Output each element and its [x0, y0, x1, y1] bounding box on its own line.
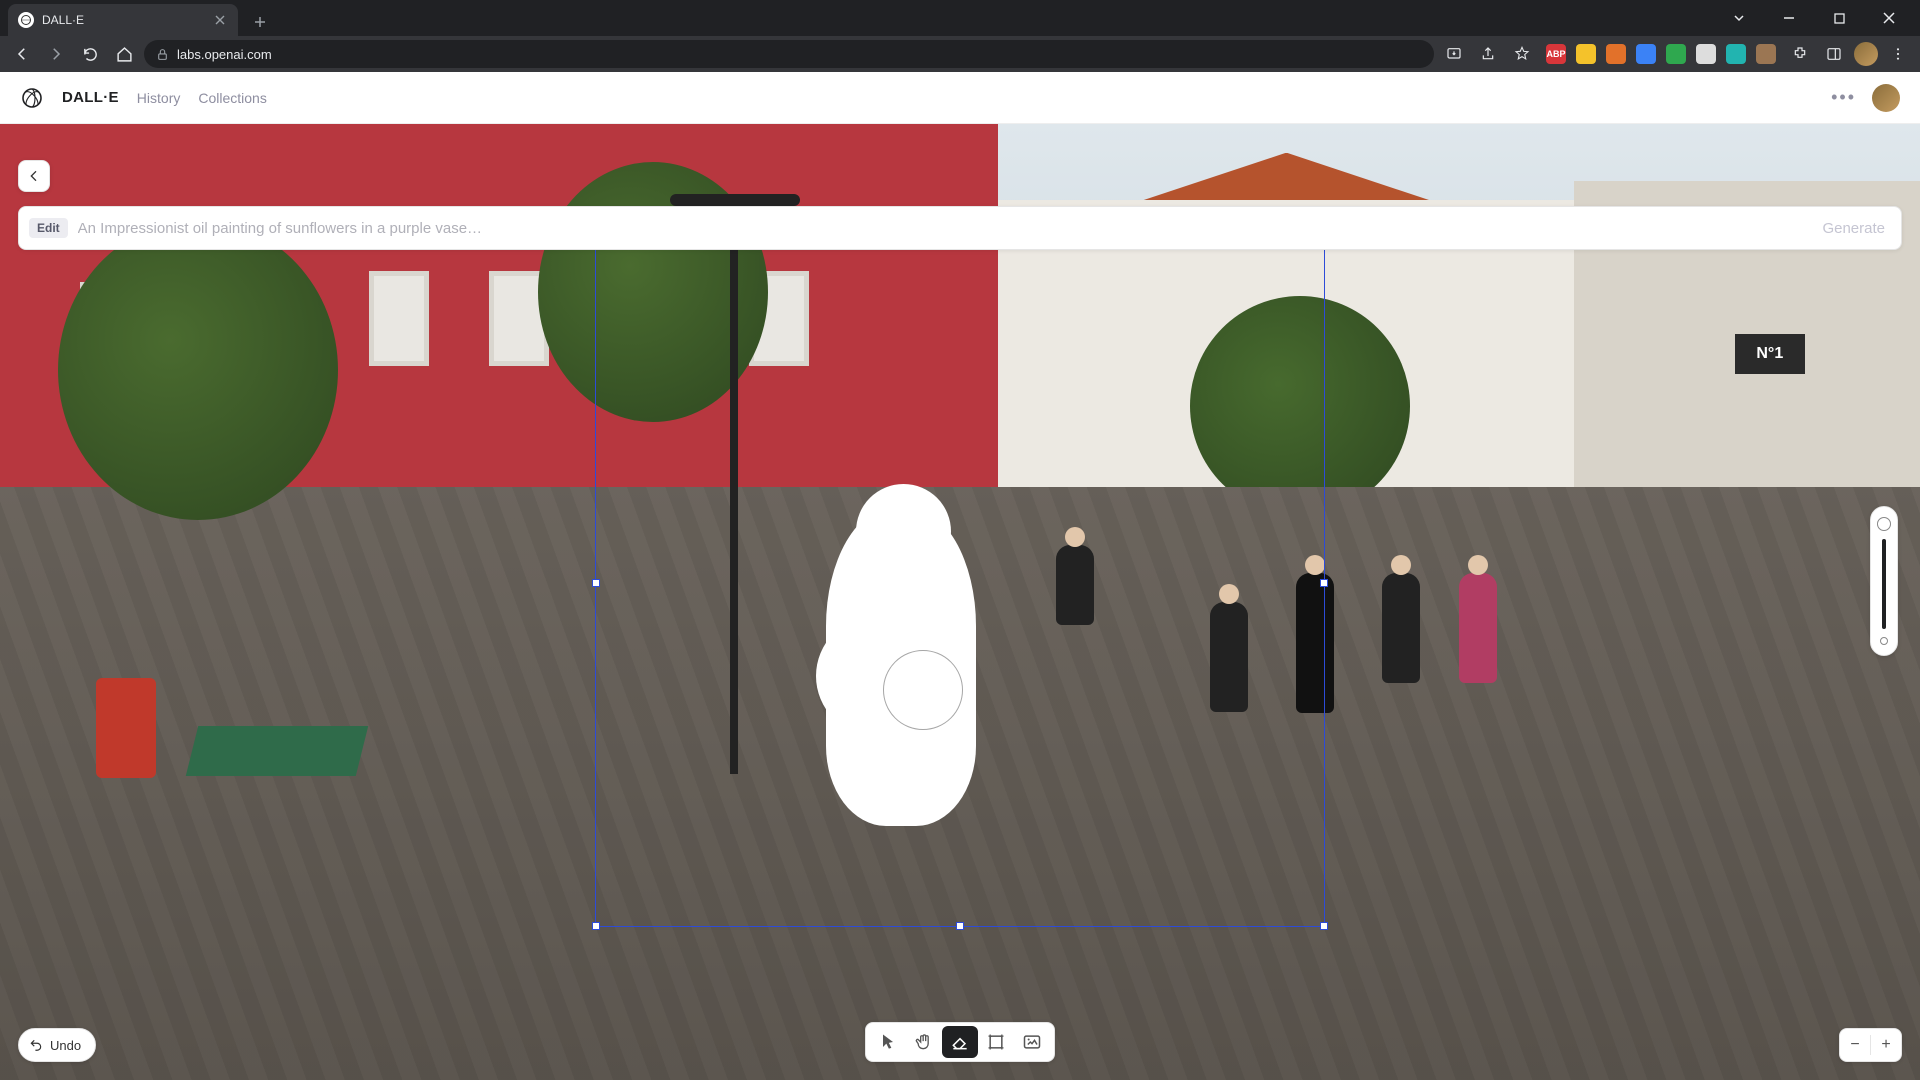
extension-ext-blue-icon[interactable] — [1636, 44, 1656, 64]
slider-track[interactable] — [1882, 539, 1886, 629]
editor-back-button[interactable] — [18, 160, 50, 192]
tab-title: DALL·E — [42, 13, 84, 27]
tool-upload[interactable] — [1014, 1026, 1050, 1058]
tool-eraser[interactable] — [942, 1026, 978, 1058]
frame-handle[interactable] — [592, 922, 600, 930]
extension-ext-brown-icon[interactable] — [1756, 44, 1776, 64]
zoom-control: − + — [1839, 1028, 1902, 1062]
minimize-icon[interactable] — [1772, 4, 1806, 32]
undo-button[interactable]: Undo — [18, 1028, 96, 1062]
extension-ext-green-icon[interactable] — [1666, 44, 1686, 64]
storefront-sign: N°1 — [1735, 334, 1805, 374]
editor-canvas[interactable]: N°1 Edit Generate Undo — [0, 124, 1920, 1080]
browser-profile-avatar[interactable] — [1854, 42, 1878, 66]
extension-abp-icon[interactable]: ABP — [1546, 44, 1566, 64]
generate-button[interactable]: Generate — [1816, 220, 1891, 237]
upload-image-icon — [1022, 1032, 1042, 1052]
cursor-icon — [878, 1032, 898, 1052]
url-text: labs.openai.com — [177, 47, 272, 62]
extension-ext-orange-icon[interactable] — [1606, 44, 1626, 64]
tool-frame[interactable] — [978, 1026, 1014, 1058]
home-icon[interactable] — [110, 40, 138, 68]
zoom-in-button[interactable]: + — [1871, 1028, 1901, 1062]
editor-toolbar — [865, 1022, 1055, 1062]
brand-title[interactable]: DALL·E — [62, 89, 119, 106]
more-menu-icon[interactable]: ••• — [1831, 87, 1856, 108]
frame-handle[interactable] — [1320, 579, 1328, 587]
tab-close-icon[interactable] — [212, 12, 228, 28]
close-icon[interactable] — [1872, 4, 1906, 32]
brush-large-icon — [1877, 517, 1891, 531]
maximize-icon[interactable] — [1822, 4, 1856, 32]
browser-chrome: DALL·E labs.openai.com ABP — [0, 0, 1920, 72]
prompt-bar: Edit Generate — [18, 206, 1902, 250]
brush-size-slider[interactable] — [1870, 506, 1898, 656]
user-avatar[interactable] — [1872, 84, 1900, 112]
extension-ext-teal-icon[interactable] — [1726, 44, 1746, 64]
openai-logo-icon — [20, 86, 44, 110]
tab-strip: DALL·E — [0, 0, 1920, 36]
eraser-icon — [950, 1032, 970, 1052]
chevron-down-icon[interactable] — [1722, 4, 1756, 32]
side-panel-icon[interactable] — [1820, 40, 1848, 68]
prompt-input[interactable] — [78, 220, 1807, 237]
extension-ext-white-icon[interactable] — [1696, 44, 1716, 64]
eraser-cursor-icon — [883, 650, 963, 730]
nav-back-icon[interactable] — [8, 40, 36, 68]
lock-icon — [156, 48, 169, 61]
undo-icon — [29, 1038, 43, 1052]
extension-icons: ABP — [1542, 44, 1780, 64]
url-input[interactable]: labs.openai.com — [144, 40, 1434, 68]
app-header: DALL·E History Collections ••• — [0, 72, 1920, 124]
address-bar: labs.openai.com ABP — [0, 36, 1920, 72]
browser-menu-icon[interactable] — [1884, 40, 1912, 68]
extensions-puzzle-icon[interactable] — [1786, 40, 1814, 68]
brush-small-icon — [1880, 637, 1888, 645]
mode-badge: Edit — [29, 218, 68, 238]
frame-handle[interactable] — [956, 922, 964, 930]
undo-label: Undo — [50, 1038, 81, 1053]
window-controls — [1722, 0, 1920, 36]
reload-icon[interactable] — [76, 40, 104, 68]
tool-cursor[interactable] — [870, 1026, 906, 1058]
install-app-icon[interactable] — [1440, 40, 1468, 68]
frame-handle[interactable] — [1320, 922, 1328, 930]
browser-tab[interactable]: DALL·E — [8, 4, 238, 36]
frame-icon — [986, 1032, 1006, 1052]
bookmark-star-icon[interactable] — [1508, 40, 1536, 68]
hand-icon — [914, 1032, 934, 1052]
nav-collections[interactable]: Collections — [198, 90, 266, 106]
tool-pan[interactable] — [906, 1026, 942, 1058]
new-tab-button[interactable] — [246, 8, 274, 36]
nav-history[interactable]: History — [137, 90, 181, 106]
tab-favicon-icon — [18, 12, 34, 28]
nav-forward-icon[interactable] — [42, 40, 70, 68]
frame-handle[interactable] — [592, 579, 600, 587]
zoom-out-button[interactable]: − — [1840, 1028, 1870, 1062]
extension-ext-yellow-icon[interactable] — [1576, 44, 1596, 64]
share-icon[interactable] — [1474, 40, 1502, 68]
